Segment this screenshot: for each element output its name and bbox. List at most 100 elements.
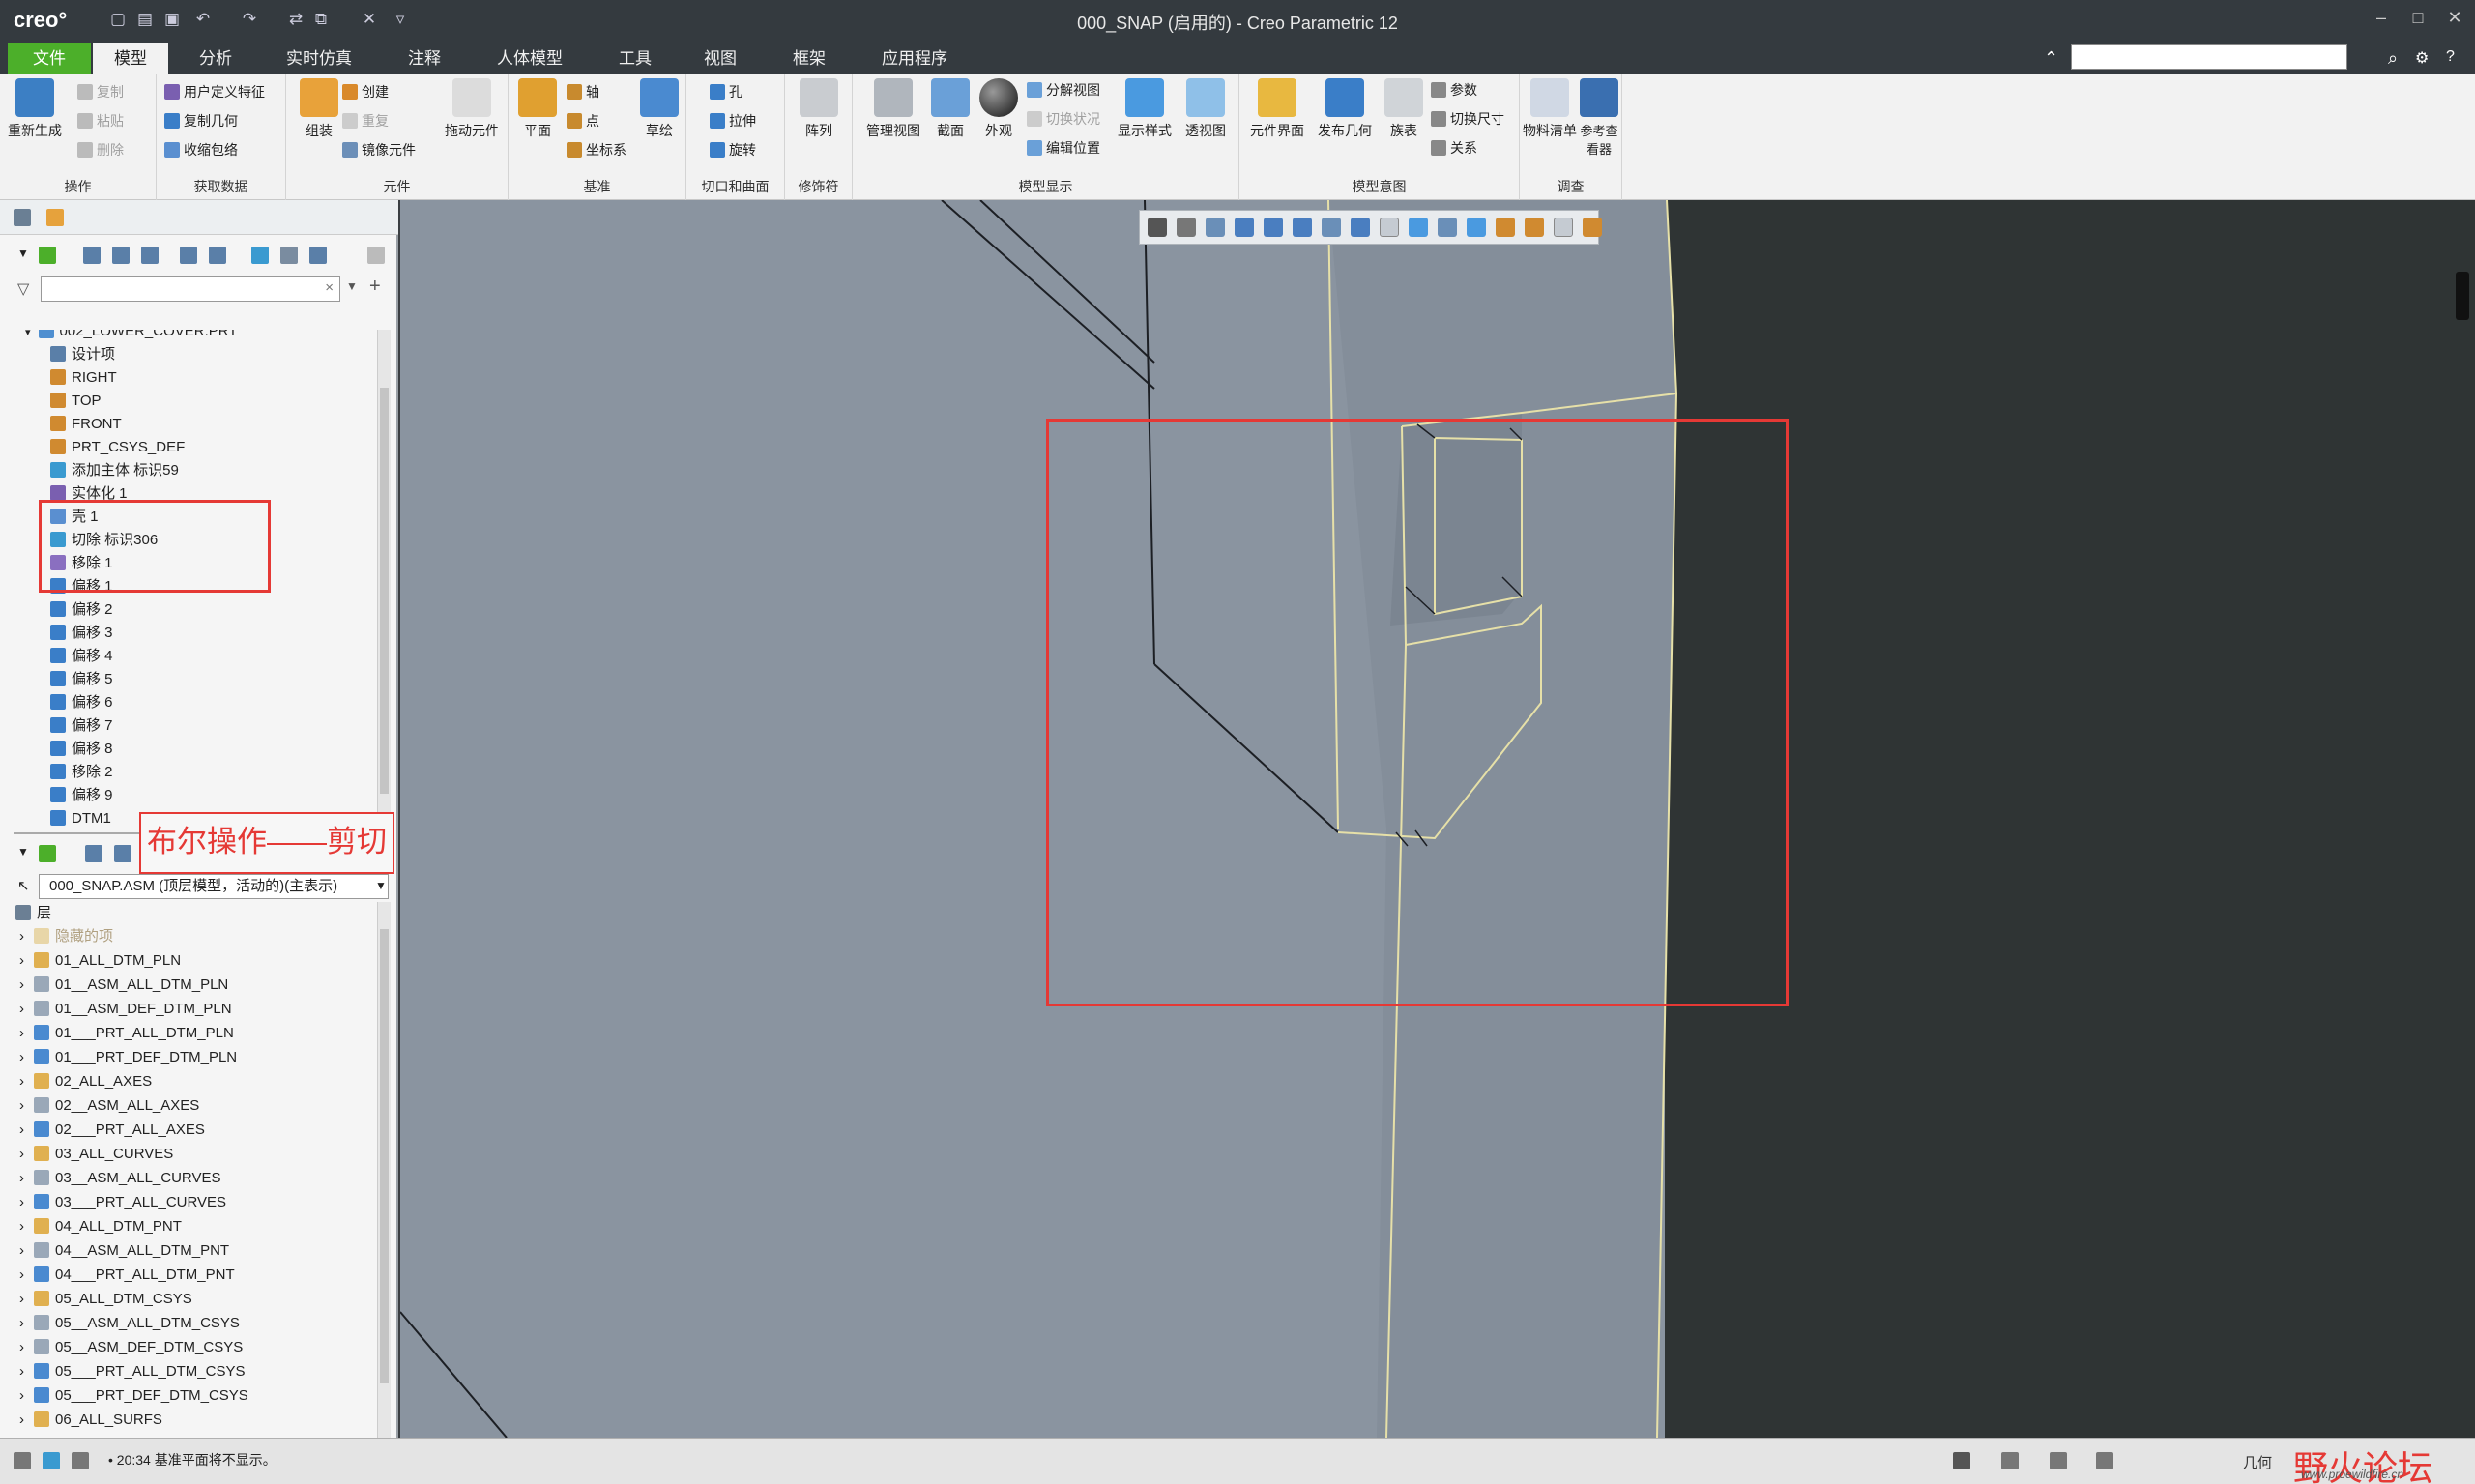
orient-icon[interactable]: [1322, 218, 1341, 237]
family-table-button[interactable]: 族表: [1379, 74, 1429, 140]
tab-applications[interactable]: 应用程序: [868, 43, 961, 74]
layer-item[interactable]: › 05___PRT_DEF_DTM_CSYS: [19, 1384, 248, 1408]
plane-button[interactable]: 平面: [510, 74, 565, 140]
switch-dims-button[interactable]: 切换尺寸: [1431, 109, 1504, 129]
appearance-view-icon[interactable]: [1467, 218, 1486, 237]
shaded-icon[interactable]: [1380, 218, 1399, 237]
display-style-button[interactable]: 显示样式: [1114, 74, 1176, 140]
model-tree-tab-icon[interactable]: [14, 209, 31, 226]
expand-arrow-icon[interactable]: ›: [19, 1411, 24, 1428]
filter-dropdown-icon[interactable]: ▼: [346, 279, 358, 293]
tree-item[interactable]: DTM1: [50, 807, 111, 830]
hole-button[interactable]: 孔: [710, 82, 742, 102]
copy-button[interactable]: 复制: [77, 82, 124, 102]
expand-arrow-icon[interactable]: ›: [19, 1025, 24, 1041]
mirror-component-button[interactable]: 镜像元件: [342, 140, 416, 160]
expand-arrow-icon[interactable]: ›: [19, 1387, 24, 1404]
expand-arrow-icon[interactable]: ›: [19, 1097, 24, 1114]
refit-icon[interactable]: [1206, 218, 1225, 237]
smart-select-icon[interactable]: [2096, 1452, 2113, 1469]
tree-item[interactable]: 偏移 8: [50, 738, 113, 761]
layer-item[interactable]: › 04___PRT_ALL_DTM_PNT: [19, 1264, 235, 1287]
layers-icon[interactable]: [251, 247, 269, 264]
clear-filter-icon[interactable]: ×: [325, 279, 334, 296]
selection-box-icon[interactable]: [2001, 1452, 2019, 1469]
perspective-button[interactable]: 透视图: [1176, 74, 1236, 140]
section-button[interactable]: 截面: [926, 74, 975, 140]
reference-viewer-button[interactable]: 参考查看器: [1576, 74, 1622, 158]
tab-framework[interactable]: 框架: [779, 43, 839, 74]
expand-arrow-icon[interactable]: ›: [19, 1049, 24, 1065]
model-tree-icon[interactable]: [39, 247, 56, 264]
table-icon[interactable]: [141, 247, 159, 264]
expand-arrow-icon[interactable]: ›: [19, 1073, 24, 1090]
section-view-icon[interactable]: [1438, 218, 1457, 237]
tree-item[interactable]: 偏移 9: [50, 784, 113, 807]
expand-arrow-icon[interactable]: ›: [19, 1242, 24, 1259]
maximize-icon[interactable]: □: [2403, 8, 2432, 28]
fullscreen-icon[interactable]: [72, 1452, 89, 1469]
tab-view[interactable]: 视图: [690, 43, 750, 74]
find-status-icon[interactable]: [1953, 1452, 1970, 1469]
tab-annotate[interactable]: 注释: [394, 43, 454, 74]
selected-items-icon[interactable]: [2050, 1452, 2067, 1469]
delete-button[interactable]: 删除: [77, 140, 124, 160]
tab-tools[interactable]: 工具: [605, 43, 665, 74]
layer-collapse-icon[interactable]: ▼: [17, 845, 29, 858]
comp-interface-button[interactable]: 元件界面: [1243, 74, 1311, 140]
tree-root[interactable]: ▾ 002_LOWER_COVER.PRT: [25, 330, 238, 343]
parameters-button[interactable]: 参数: [1431, 80, 1477, 100]
publish-geometry-button[interactable]: 发布几何: [1311, 74, 1379, 140]
layer-stack-icon[interactable]: [39, 845, 56, 862]
bom-button[interactable]: 物料清单: [1522, 74, 1578, 140]
panel-menu-icon[interactable]: [367, 247, 385, 264]
tree-filter-input[interactable]: ×: [41, 276, 340, 302]
layer-item[interactable]: › 01___PRT_ALL_DTM_PLN: [19, 1022, 234, 1045]
tree-item[interactable]: 偏移 3: [50, 622, 113, 645]
layer-item[interactable]: › 02_ALL_AXES: [19, 1070, 152, 1093]
layer-item[interactable]: › 03___PRT_ALL_CURVES: [19, 1191, 226, 1214]
drag-component-button[interactable]: 拖动元件: [437, 74, 507, 140]
tree-item[interactable]: PRT_CSYS_DEF: [50, 436, 185, 459]
expand-arrow-icon[interactable]: ›: [19, 1001, 24, 1017]
expand-arrow-icon[interactable]: ›: [19, 1291, 24, 1307]
folder-browser-tab-icon[interactable]: [46, 209, 64, 226]
layer-item[interactable]: › 06_ALL_SURFS: [19, 1409, 162, 1432]
layer-item[interactable]: › 05___PRT_ALL_DTM_CSYS: [19, 1360, 246, 1383]
layer-columns-icon[interactable]: [85, 845, 102, 862]
minimize-icon[interactable]: –: [2367, 8, 2396, 28]
paste-button[interactable]: 粘贴: [77, 111, 124, 131]
settings-tree-icon[interactable]: [209, 247, 226, 264]
collapse-arrow-icon[interactable]: ▼: [17, 247, 29, 260]
layer-item[interactable]: › 隐藏的项: [19, 925, 113, 948]
tab-model[interactable]: 模型: [93, 43, 168, 74]
datum-axis-display-icon[interactable]: [1525, 218, 1544, 237]
graphics-viewport[interactable]: [400, 200, 2475, 1438]
layer-tree-scrollbar[interactable]: [377, 902, 391, 1438]
tab-file[interactable]: 文件: [8, 43, 91, 74]
expand-arrow-icon[interactable]: ›: [19, 1363, 24, 1380]
expand-arrow-icon[interactable]: ›: [19, 952, 24, 969]
relations-button[interactable]: 关系: [1431, 138, 1477, 158]
viewport-edge-handle[interactable]: [2456, 272, 2469, 320]
expand-arrow-icon[interactable]: ›: [19, 1121, 24, 1138]
layer-item[interactable]: › 01__ASM_ALL_DTM_PLN: [19, 974, 228, 997]
perspective-view-icon[interactable]: [1409, 218, 1428, 237]
manage-views-button[interactable]: 管理视图: [860, 74, 926, 140]
tab-manikin[interactable]: 人体模型: [483, 43, 576, 74]
pattern-button[interactable]: 阵列: [791, 74, 847, 140]
show-icon[interactable]: [180, 247, 197, 264]
sketch-button[interactable]: 草绘: [634, 74, 684, 140]
expand-arrow-icon[interactable]: ›: [19, 1146, 24, 1162]
expand-arrow-icon[interactable]: ▾: [25, 330, 31, 338]
layer-item[interactable]: › 01___PRT_DEF_DTM_PLN: [19, 1046, 237, 1069]
search-input[interactable]: [2071, 44, 2347, 70]
edit-position-button[interactable]: 编辑位置: [1027, 138, 1100, 158]
copy-geometry-button[interactable]: 复制几何: [164, 111, 238, 131]
tree-item[interactable]: 偏移 5: [50, 668, 113, 691]
layer-item[interactable]: › 05__ASM_ALL_DTM_CSYS: [19, 1312, 240, 1335]
repaint-icon[interactable]: [1293, 218, 1312, 237]
appearance-button[interactable]: 外观: [975, 74, 1023, 140]
tree-item[interactable]: 添加主体 标识59: [50, 459, 179, 482]
create-button[interactable]: 创建: [342, 82, 389, 102]
